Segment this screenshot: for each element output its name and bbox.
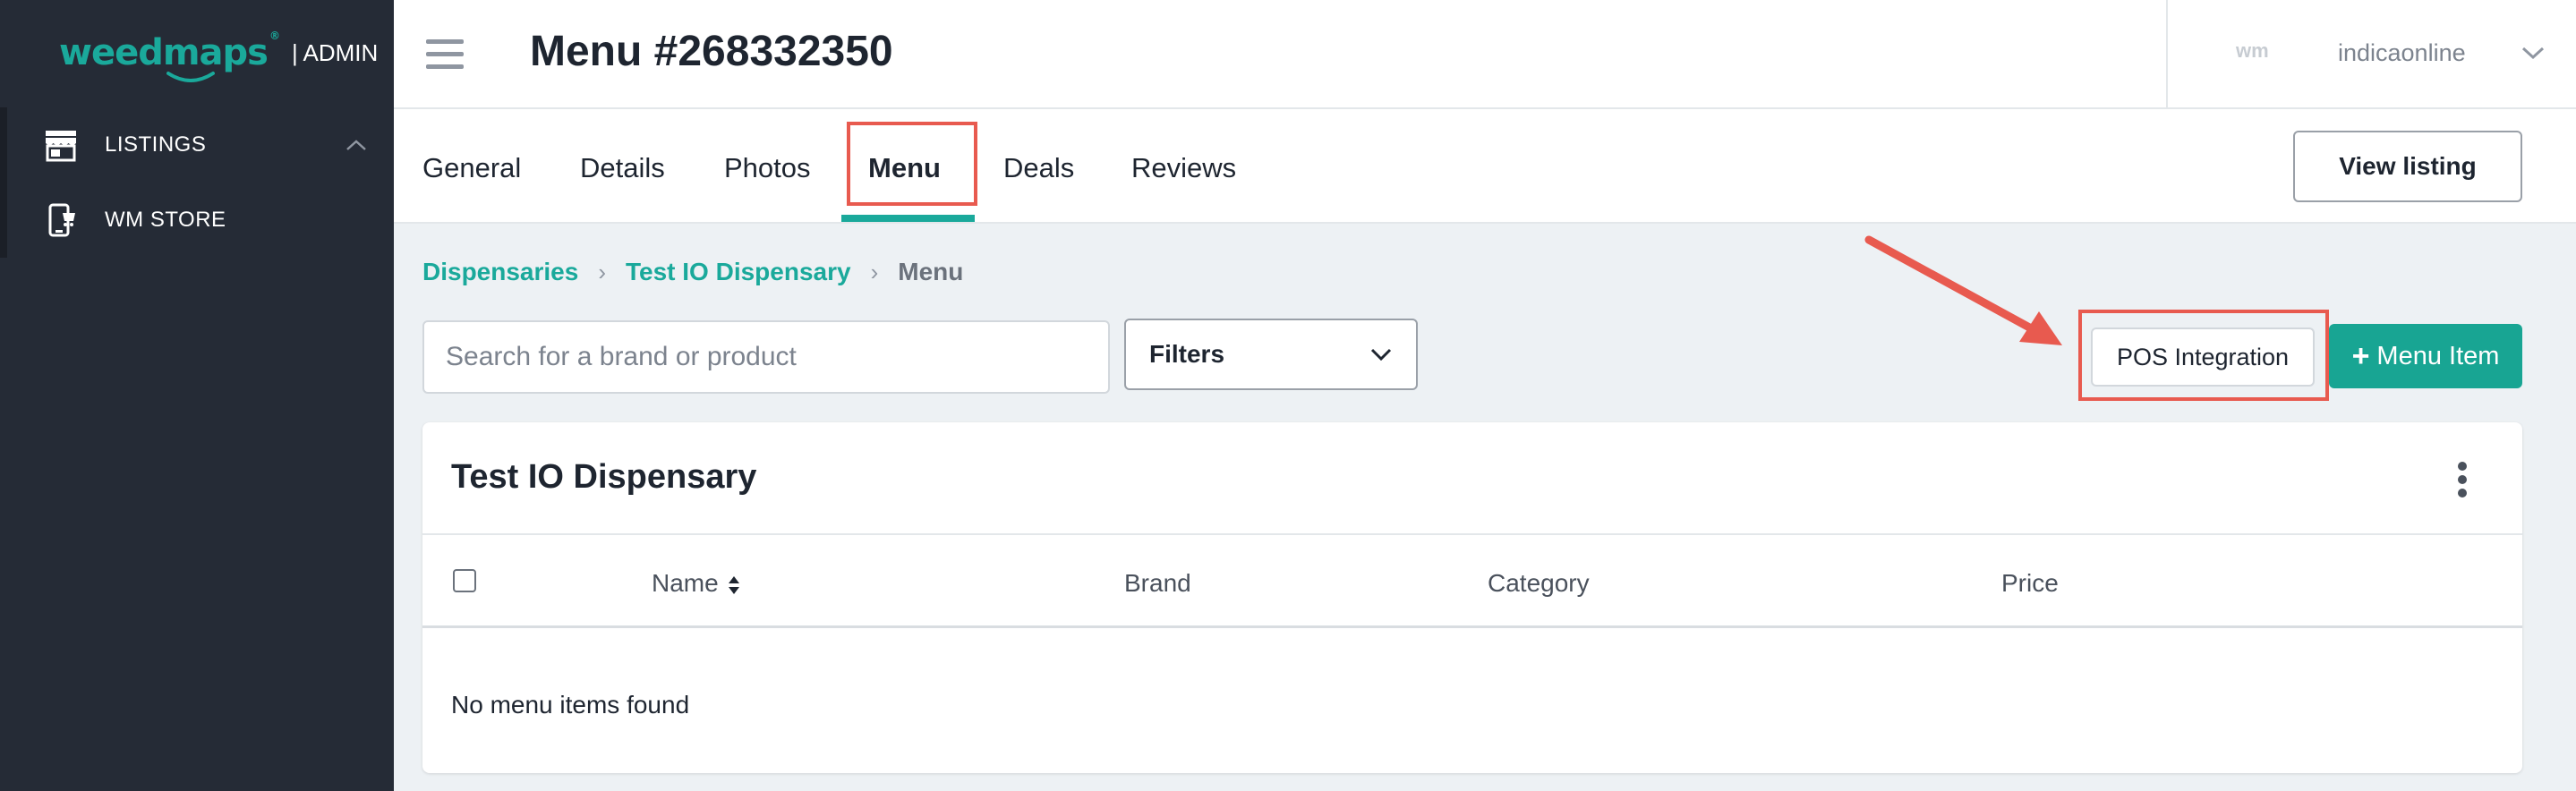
view-listing-button[interactable]: View listing (2293, 131, 2522, 202)
tab-bar: General Details Photos Menu Deals Review… (394, 109, 2576, 224)
column-category: Category (1488, 569, 1590, 597)
add-menu-item-label: Menu Item (2376, 341, 2500, 370)
column-price: Price (2001, 569, 2059, 597)
plus-icon: + (2351, 339, 2370, 373)
sidebar-nav: LISTINGS WM STORE (0, 107, 394, 258)
breadcrumb-separator: › (598, 258, 606, 285)
tab-details[interactable]: Details (580, 152, 665, 184)
filters-dropdown[interactable]: Filters (1124, 319, 1418, 390)
brand-logo-text: weedmaps (59, 32, 269, 73)
phone-store-icon (48, 203, 75, 237)
breadcrumb-separator: › (870, 258, 879, 285)
add-menu-item-button[interactable]: + Menu Item (2329, 324, 2522, 388)
tab-reviews[interactable]: Reviews (1131, 152, 1236, 184)
active-tab-indicator (841, 215, 975, 222)
select-all-checkbox[interactable] (453, 569, 476, 592)
sidebar-item-wm-store[interactable]: WM STORE (0, 183, 394, 258)
sidebar-item-label: WM STORE (105, 208, 226, 232)
divider (2166, 0, 2168, 109)
chevron-up-icon[interactable] (345, 139, 367, 151)
tab-photos[interactable]: Photos (724, 152, 811, 184)
column-brand: Brand (1124, 569, 1191, 597)
empty-state-message: No menu items found (451, 691, 690, 719)
sort-icon (728, 575, 739, 594)
brand-logo[interactable]: weedmaps ® | ADMIN (59, 29, 379, 82)
search-input[interactable] (422, 320, 1110, 394)
table-header: Name Brand Category Price (422, 535, 2522, 628)
menu-card: Test IO Dispensary Name Brand Category P… (422, 422, 2522, 773)
smile-icon (166, 72, 215, 82)
breadcrumb-dispensaries[interactable]: Dispensaries (422, 258, 578, 286)
sidebar-item-listings[interactable]: LISTINGS (0, 107, 394, 258)
user-menu-name[interactable]: indicaonline (2338, 39, 2466, 67)
wm-avatar-icon[interactable]: wm (2236, 39, 2269, 63)
pos-integration-button[interactable]: POS Integration (2091, 327, 2315, 387)
sidebar: weedmaps ® | ADMIN LISTINGS WM STORE (0, 0, 394, 791)
chevron-down-icon[interactable] (2521, 45, 2546, 61)
column-label: Name (652, 569, 719, 597)
tab-deals[interactable]: Deals (1003, 152, 1074, 184)
breadcrumb: Dispensaries › Test IO Dispensary › Menu (422, 258, 963, 286)
more-options-icon[interactable] (2458, 462, 2469, 498)
storefront-icon (46, 131, 76, 162)
chevron-down-icon (1370, 348, 1392, 361)
column-name[interactable]: Name (652, 569, 740, 598)
breadcrumb-current: Menu (898, 258, 964, 285)
brand-tm: ® (269, 29, 280, 42)
hamburger-menu-icon[interactable] (426, 39, 464, 70)
filters-label: Filters (1149, 340, 1225, 368)
sidebar-item-label: LISTINGS (105, 132, 207, 157)
card-title: Test IO Dispensary (451, 458, 757, 496)
annotation-arrow-icon (1864, 235, 2062, 345)
tab-menu[interactable]: Menu (868, 152, 941, 184)
breadcrumb-dispensary[interactable]: Test IO Dispensary (626, 258, 851, 286)
page-title: Menu #268332350 (530, 28, 893, 75)
top-bar: Menu #268332350 wm indicaonline (394, 0, 2576, 109)
brand-admin-label: | ADMIN (291, 38, 379, 66)
tab-general[interactable]: General (422, 152, 521, 184)
